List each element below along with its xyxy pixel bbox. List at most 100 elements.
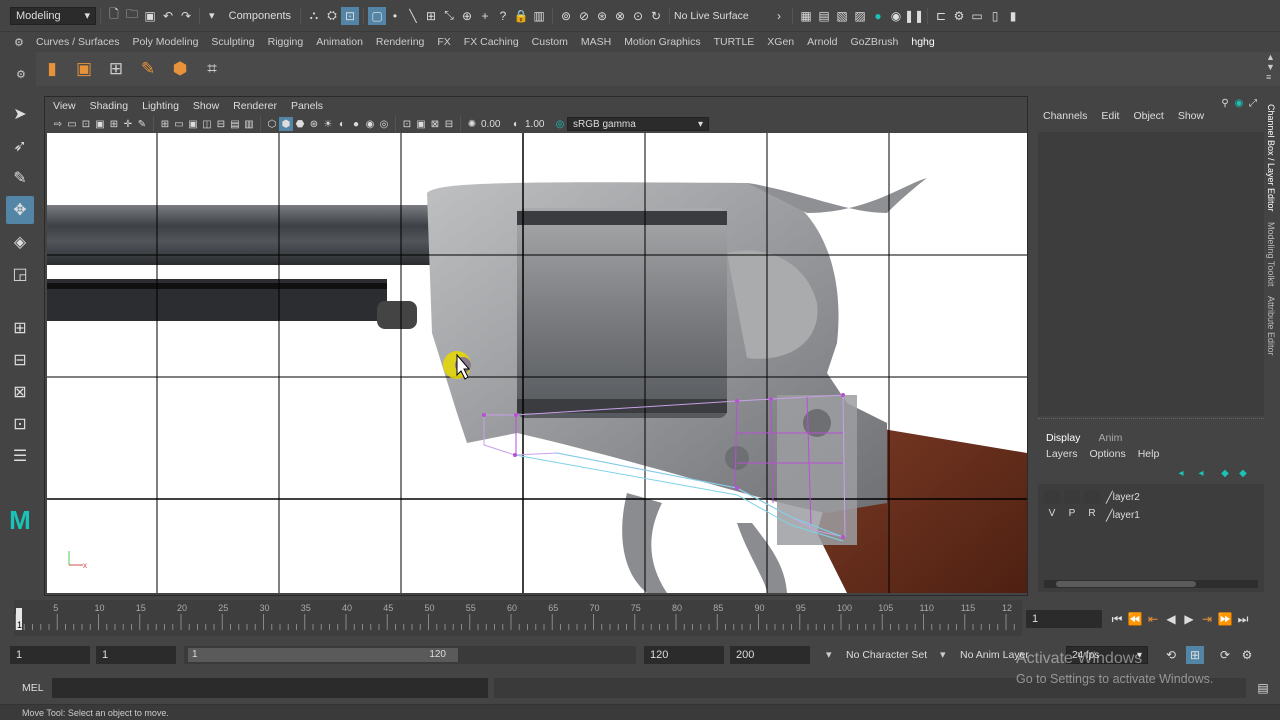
step-back-key-icon[interactable]: ⏪ [1126, 610, 1144, 628]
face-mask-icon[interactable]: ⊞ [422, 7, 440, 25]
layout-icon[interactable]: ⊠ [6, 378, 34, 406]
panel-menu-panels[interactable]: Panels [291, 100, 323, 112]
side-tab-channel-box[interactable]: Channel Box / Layer Editor [1266, 104, 1276, 212]
panel-menu-lighting[interactable]: Lighting [142, 100, 179, 112]
side-tab-attribute-editor[interactable]: Attribute Editor [1266, 296, 1276, 356]
anim-prefs-icon[interactable]: ⟳ [1216, 646, 1234, 664]
select-by-component-icon[interactable]: ⊡ [341, 6, 359, 25]
shelf-tab-curves-surfaces[interactable]: Curves / Surfaces [36, 36, 119, 48]
layer-row[interactable]: ╱ layer2 [1038, 488, 1264, 506]
shelf-tab-hghg[interactable]: hghg [911, 36, 934, 48]
chevron-down-icon[interactable]: ▾ [940, 648, 946, 661]
exposure-icon[interactable]: ✺ [465, 117, 479, 131]
layer-playback[interactable] [1064, 490, 1080, 504]
auto-key-icon[interactable]: ⊞ [1186, 646, 1204, 664]
layer-color-icon[interactable]: ╱ [1106, 509, 1113, 522]
new-layer-icon[interactable]: ◆ [1218, 466, 1232, 480]
redo-icon[interactable]: ↷ [177, 7, 195, 25]
render-view-icon[interactable]: ▦ [797, 7, 815, 25]
safe-title-icon[interactable]: ▥ [242, 117, 256, 131]
shelf-tab-custom[interactable]: Custom [532, 36, 568, 48]
shelf-tab-rigging[interactable]: Rigging [268, 36, 304, 48]
film-gate-icon[interactable]: ▭ [172, 117, 186, 131]
gamma-icon[interactable]: ◐ [509, 117, 523, 131]
panel-menu-view[interactable]: View [53, 100, 76, 112]
layer-visibility[interactable] [1044, 490, 1060, 504]
go-to-end-icon[interactable]: ⏭ [1234, 610, 1252, 628]
character-set-menu[interactable]: No Character Set [846, 649, 927, 661]
menu-edit[interactable]: Edit [1101, 110, 1119, 122]
shelf-tab-fx-caching[interactable]: FX Caching [464, 36, 519, 48]
shelf-tab-xgen[interactable]: XGen [767, 36, 794, 48]
scale-tool-icon[interactable]: ◲ [6, 260, 34, 288]
point-mask-icon[interactable]: • [386, 7, 404, 25]
arnold-render-icon[interactable]: ◉ [887, 7, 905, 25]
timeline-ruler[interactable]: 5 10 15 20 25 30 35 40 45 50 55 60 65 70 75 80 85 90 95 100… [14, 600, 1022, 636]
render-frame-icon[interactable]: ▤ [815, 7, 833, 25]
frame-icon[interactable]: ⌗ [200, 57, 224, 81]
layer-name[interactable]: layer1 [1113, 510, 1140, 521]
menu-help[interactable]: Help [1138, 448, 1160, 460]
tab-anim[interactable]: Anim [1098, 432, 1122, 444]
help-icon[interactable]: ? [494, 7, 512, 25]
image-plane-icon[interactable]: ▣ [93, 117, 107, 131]
isolate-select-icon[interactable]: ⊡ [400, 117, 414, 131]
viewport[interactable]: x [47, 133, 1027, 593]
camera-icon[interactable]: ⇨ [51, 117, 65, 131]
hierarchy-icon[interactable]: ⚲ [1218, 96, 1232, 110]
step-forward-key-icon[interactable]: ⏩ [1216, 610, 1234, 628]
menu-layers[interactable]: Layers [1046, 448, 1078, 460]
paint-tool-icon[interactable]: ✎ [136, 57, 160, 81]
shelf-options-icon[interactable]: ⚙ [14, 36, 24, 49]
script-editor-icon[interactable]: ▤ [1254, 679, 1272, 697]
paint-select-tool-icon[interactable]: ✎ [6, 164, 34, 192]
loop-icon[interactable]: ⟲ [1162, 646, 1180, 664]
outliner-layout-icon[interactable]: ☰ [6, 442, 34, 470]
motion-blur-icon[interactable]: ◉ [363, 117, 377, 131]
shelf-tab-fx[interactable]: FX [437, 36, 450, 48]
open-scene-icon[interactable]: 🗀 [123, 7, 141, 25]
new-layer-selected-icon[interactable]: ◆ [1236, 466, 1250, 480]
go-to-start-icon[interactable]: ⏮ [1108, 610, 1126, 628]
layer-reference[interactable]: R [1084, 508, 1100, 522]
poly-cube-icon[interactable]: ▣ [72, 57, 96, 81]
sync-icon[interactable]: ◉ [1232, 96, 1246, 110]
lights-icon[interactable]: ☀ [321, 117, 335, 131]
shelf-tab-rendering[interactable]: Rendering [376, 36, 424, 48]
shelf-tab-mash[interactable]: MASH [581, 36, 611, 48]
lock-icon[interactable]: 🔒 [512, 7, 530, 25]
menu-show[interactable]: Show [1178, 110, 1204, 122]
render-settings-icon[interactable]: ▨ [851, 7, 869, 25]
start-time-field[interactable]: 1 [10, 646, 90, 664]
snap-grid-icon[interactable]: ⊚ [557, 7, 575, 25]
gate-mask-icon[interactable]: ◫ [200, 117, 214, 131]
exposure-field[interactable]: 0.00 [479, 117, 509, 131]
wireframe-icon[interactable]: ⬡ [265, 117, 279, 131]
playback-start-field[interactable]: 1 [96, 646, 176, 664]
two-d-pan-icon[interactable]: ✛ [121, 117, 135, 131]
step-back-frame-icon[interactable]: ⇤ [1144, 610, 1162, 628]
camera-attributes-icon[interactable]: ▭ [65, 117, 79, 131]
handle-mask-icon[interactable]: ⤡ [440, 7, 458, 25]
chevron-down-icon[interactable]: ▾ [826, 648, 832, 661]
range-slider-track[interactable]: 1 120 [184, 646, 636, 664]
snap-curve-icon[interactable]: ⊘ [575, 7, 593, 25]
menu-options[interactable]: Options [1090, 448, 1126, 460]
playback-end-field[interactable]: 120 [644, 646, 724, 664]
panel-menu-show[interactable]: Show [193, 100, 219, 112]
channel-box-icon[interactable]: ▮ [1004, 7, 1022, 25]
panel-splitter[interactable] [1038, 418, 1264, 422]
side-tab-modeling-toolkit[interactable]: Modeling Toolkit [1266, 222, 1276, 286]
shelf-tab-turtle[interactable]: TURTLE [714, 36, 755, 48]
camera-lock-icon[interactable]: ⊞ [107, 117, 121, 131]
undo-icon[interactable]: ↶ [159, 7, 177, 25]
xray-components-icon[interactable]: ⊟ [442, 117, 456, 131]
bookmark-icon[interactable]: ⊡ [79, 117, 93, 131]
move-layer-up-icon[interactable]: ◂ [1174, 466, 1188, 480]
snap-surface-icon[interactable]: ⊙ [629, 7, 647, 25]
modeling-toolkit-icon[interactable]: ⚙ [950, 7, 968, 25]
shelf-tab-arnold[interactable]: Arnold [807, 36, 837, 48]
edge-mask-icon[interactable]: ╲ [404, 7, 422, 25]
shelf-tab-sculpting[interactable]: Sculpting [211, 36, 254, 48]
menu-channels[interactable]: Channels [1043, 110, 1087, 122]
